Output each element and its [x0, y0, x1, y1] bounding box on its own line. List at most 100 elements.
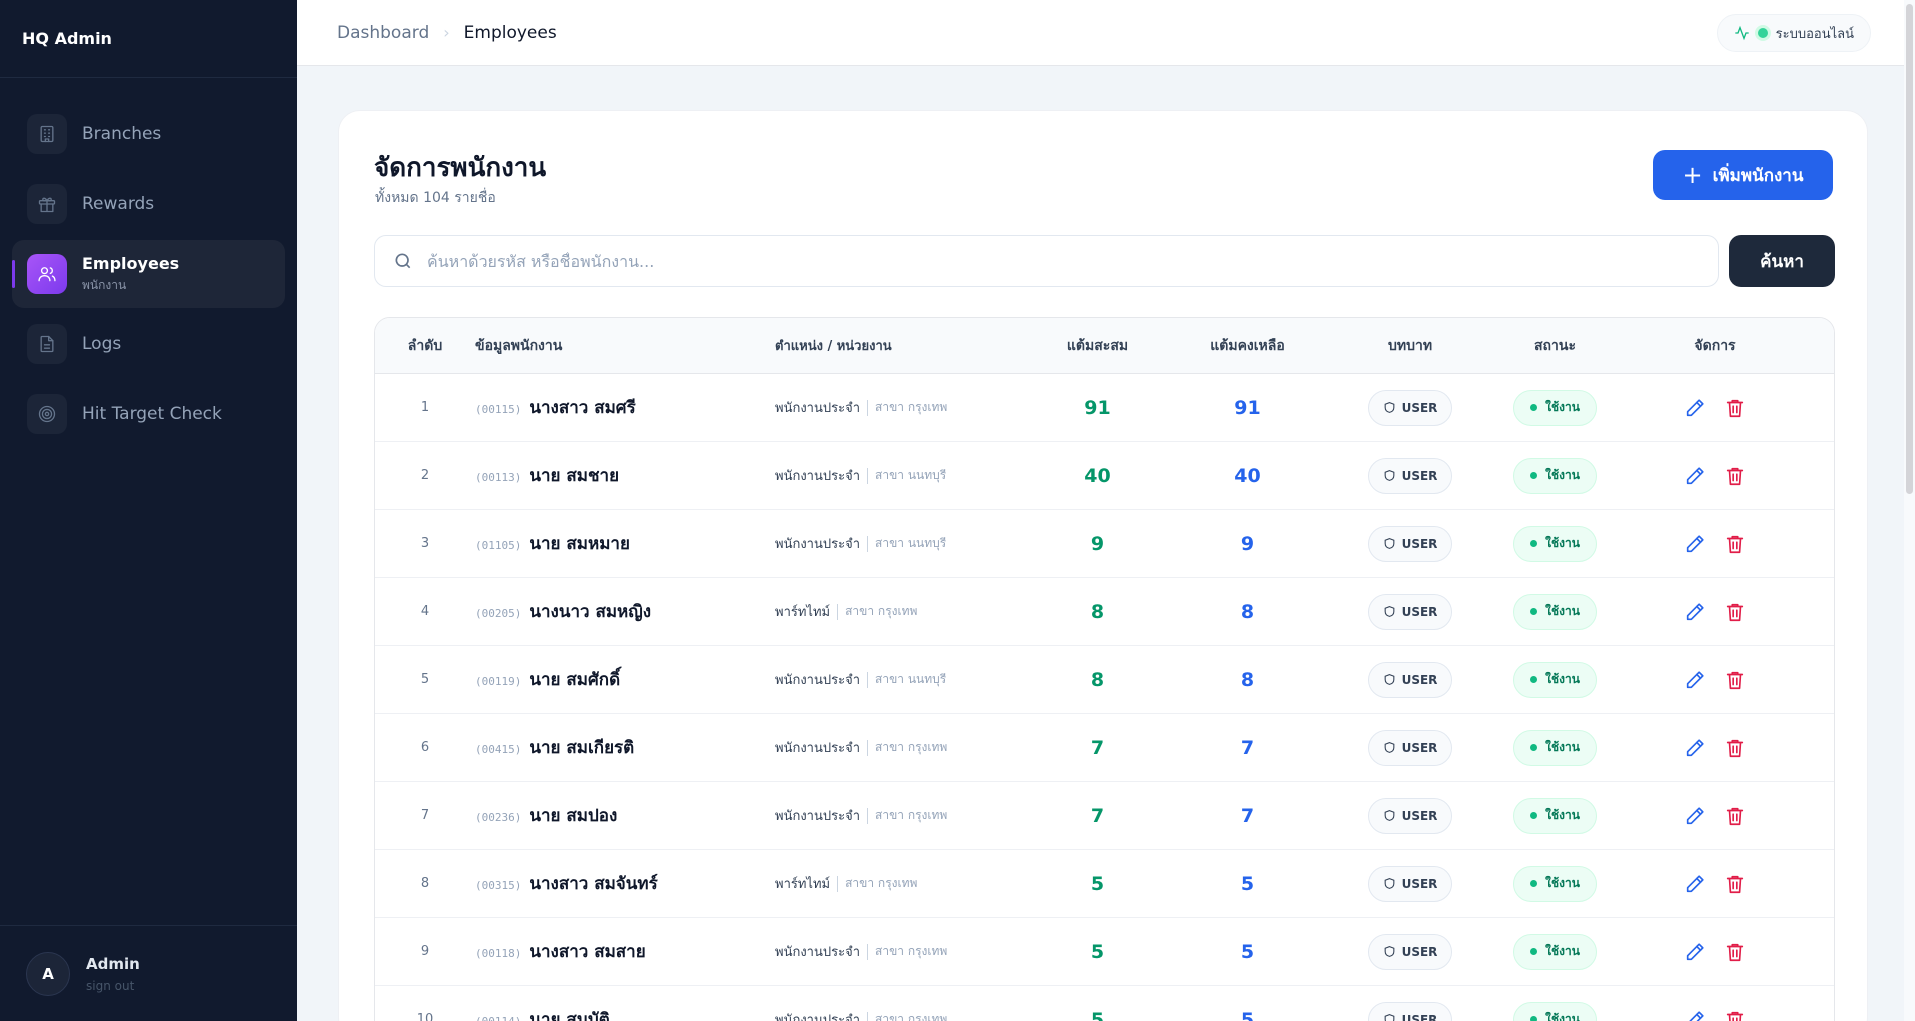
- trash-icon[interactable]: [1724, 737, 1746, 759]
- edit-icon[interactable]: [1684, 1009, 1706, 1021]
- employee-name: นาย สมศักดิ์: [529, 670, 621, 690]
- sidebar-item-rewards[interactable]: Rewards: [12, 170, 285, 238]
- edit-icon[interactable]: [1684, 533, 1706, 555]
- actions-cell: [1635, 737, 1795, 759]
- trash-icon[interactable]: [1724, 941, 1746, 963]
- divider: [867, 1011, 868, 1021]
- trash-icon[interactable]: [1724, 873, 1746, 895]
- divider: [867, 671, 868, 688]
- add-employee-button[interactable]: + เพิ่มพนักงาน: [1653, 150, 1833, 200]
- employees-card: จัดการพนักงาน ทั้งหมด 104 รายชื่อ + เพิ่…: [338, 110, 1868, 1021]
- edit-icon[interactable]: [1684, 601, 1706, 623]
- trash-icon[interactable]: [1724, 601, 1746, 623]
- status-text: ใช้งาน: [1545, 740, 1580, 754]
- role-badge: USER: [1367, 389, 1453, 426]
- edit-icon[interactable]: [1684, 805, 1706, 827]
- accumulated-points: 9: [1090, 532, 1105, 555]
- actions-cell: [1635, 941, 1795, 963]
- edit-icon[interactable]: [1684, 873, 1706, 895]
- remaining-points: 7: [1240, 736, 1255, 759]
- search-field: [374, 235, 1719, 287]
- row-number: 2: [420, 468, 430, 483]
- status-dot: [1530, 676, 1538, 683]
- position-text: พนักงานประจำ: [775, 809, 860, 824]
- status-badge: ใช้งาน: [1513, 865, 1597, 902]
- sidebar-item-logs[interactable]: Logs: [12, 310, 285, 378]
- status-badge: ใช้งาน: [1513, 457, 1597, 494]
- sidebar: HQ Admin Branches Rewards Employees พนัก…: [0, 0, 297, 1021]
- table-row[interactable]: 8 (00315) นางสาว สมจันทร์ พาร์ทไทม์ สาขา…: [375, 850, 1834, 918]
- status-cell: ใช้งาน: [1475, 933, 1635, 970]
- employee-code: (00119): [475, 675, 522, 688]
- status-cell: ใช้งาน: [1475, 525, 1635, 562]
- status-text: ใช้งาน: [1545, 808, 1580, 822]
- employee-info: (00114) นาย สมบัติ: [475, 1006, 775, 1021]
- building-icon: [27, 114, 67, 154]
- page-scrollbar[interactable]: [1904, 0, 1915, 1021]
- accumulated-points-cell: 9: [1045, 533, 1150, 555]
- edit-icon[interactable]: [1684, 465, 1706, 487]
- sidebar-item-hit-target-check[interactable]: Hit Target Check: [12, 380, 285, 448]
- status-cell: ใช้งาน: [1475, 593, 1635, 630]
- trash-icon[interactable]: [1724, 1009, 1746, 1021]
- actions-cell: [1635, 669, 1795, 691]
- status-dot: [1530, 472, 1538, 479]
- page-title: จัดการพนักงาน: [374, 153, 547, 183]
- position-text: พาร์ทไทม์: [775, 605, 831, 620]
- scrollbar-thumb[interactable]: [1906, 4, 1913, 494]
- table-row[interactable]: 9 (00118) นางสาว สมสาย พนักงานประจำ สาขา…: [375, 918, 1834, 986]
- users-icon: [27, 254, 67, 294]
- role-cell: USER: [1345, 933, 1475, 970]
- sidebar-item-employees[interactable]: Employees พนักงาน: [12, 240, 285, 308]
- sidebar-item-branches[interactable]: Branches: [12, 100, 285, 168]
- status-text: ใช้งาน: [1545, 604, 1580, 618]
- branch-text: สาขา กรุงเทพ: [875, 740, 948, 754]
- remaining-points: 7: [1240, 804, 1255, 827]
- employee-info: (00415) นาย สมเกียรติ: [475, 734, 775, 761]
- trash-icon[interactable]: [1724, 805, 1746, 827]
- table-row[interactable]: 2 (00113) นาย สมชาย พนักงานประจำ สาขา นน…: [375, 442, 1834, 510]
- search-input[interactable]: [427, 251, 1686, 271]
- shield-icon: [1384, 810, 1394, 821]
- remaining-points: 5: [1240, 872, 1255, 895]
- employee-code: (00118): [475, 947, 522, 960]
- user-name: Admin: [86, 954, 140, 973]
- trash-icon[interactable]: [1724, 465, 1746, 487]
- edit-icon[interactable]: [1684, 669, 1706, 691]
- row-number: 4: [420, 604, 430, 619]
- edit-icon[interactable]: [1684, 737, 1706, 759]
- remaining-points-cell: 9: [1150, 533, 1345, 555]
- table-row[interactable]: 3 (01105) นาย สมหมาย พนักงานประจำ สาขา น…: [375, 510, 1834, 578]
- edit-icon[interactable]: [1684, 941, 1706, 963]
- role-text: USER: [1401, 400, 1438, 415]
- employee-info: (00113) นาย สมชาย: [475, 462, 775, 489]
- actions-cell: [1635, 601, 1795, 623]
- trash-icon[interactable]: [1724, 397, 1746, 419]
- col-header-remaining: แต้มคงเหลือ: [1210, 337, 1285, 354]
- status-badge: ใช้งาน: [1513, 729, 1597, 766]
- employee-name: นาย สมปอง: [529, 806, 618, 826]
- sign-out-link[interactable]: sign out: [86, 979, 140, 993]
- search-button[interactable]: ค้นหา: [1729, 235, 1835, 287]
- status-cell: ใช้งาน: [1475, 1001, 1635, 1021]
- role-cell: USER: [1345, 729, 1475, 766]
- edit-icon[interactable]: [1684, 397, 1706, 419]
- trash-icon[interactable]: [1724, 533, 1746, 555]
- table-row[interactable]: 6 (00415) นาย สมเกียรติ พนักงานประจำ สาข…: [375, 714, 1834, 782]
- accumulated-points-cell: 5: [1045, 1009, 1150, 1021]
- divider: [837, 603, 839, 620]
- table-row[interactable]: 10 (00114) นาย สมบัติ พนักงานประจำ สาขา …: [375, 986, 1834, 1021]
- table-row[interactable]: 5 (00119) นาย สมศักดิ์ พนักงานประจำ สาขา…: [375, 646, 1834, 714]
- employee-code: (00315): [475, 879, 522, 892]
- table-row[interactable]: 7 (00236) นาย สมปอง พนักงานประจำ สาขา กร…: [375, 782, 1834, 850]
- table-row[interactable]: 4 (00205) นางนาว สมหญิง พาร์ทไทม์ สาขา ก…: [375, 578, 1834, 646]
- breadcrumb-dashboard[interactable]: Dashboard: [337, 23, 429, 43]
- table-row[interactable]: 1 (00115) นางสาว สมศรี พนักงานประจำ สาขา…: [375, 374, 1834, 442]
- trash-icon[interactable]: [1724, 669, 1746, 691]
- col-header-position: ตำแหน่ง / หน่วยงาน: [775, 339, 892, 354]
- status-badge: ใช้งาน: [1513, 661, 1597, 698]
- employee-code: (00415): [475, 743, 522, 756]
- accumulated-points-cell: 8: [1045, 669, 1150, 691]
- table-body: 1 (00115) นางสาว สมศรี พนักงานประจำ สาขา…: [375, 374, 1834, 1021]
- status-badge: ใช้งาน: [1513, 797, 1597, 834]
